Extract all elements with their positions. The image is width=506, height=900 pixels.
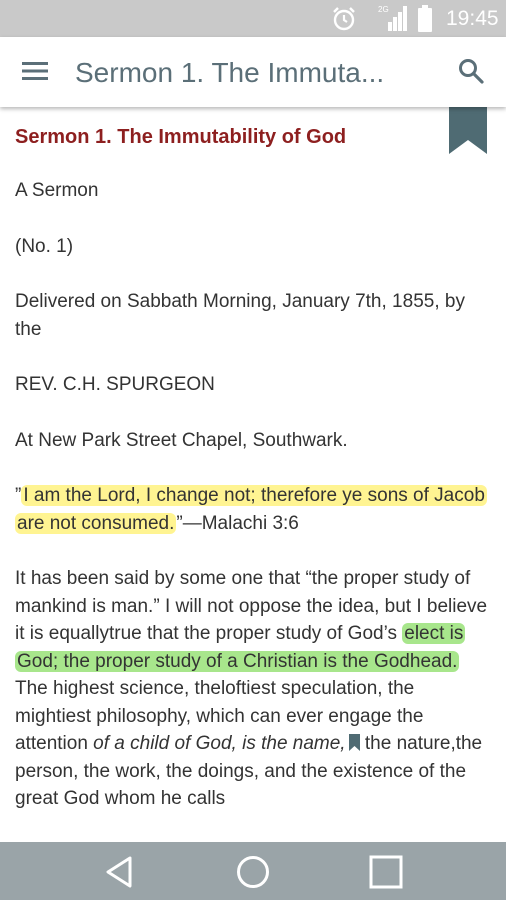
menu-icon[interactable]	[22, 59, 48, 83]
body-text-italic: of a child of God, is the name,	[93, 733, 346, 754]
battery-icon	[418, 5, 432, 32]
body-paragraph: It has been said by some one that “the p…	[15, 565, 490, 813]
sermon-label: A Sermon	[15, 180, 99, 201]
scripture-reference: —Malachi 3:6	[182, 512, 299, 534]
recent-apps-icon[interactable]	[368, 854, 404, 890]
sermon-heading: Sermon 1. The Immutability of God	[15, 126, 347, 148]
home-icon[interactable]	[235, 854, 271, 890]
status-bar: 2G 19:45	[0, 0, 506, 37]
app-bar: Sermon 1. The Immuta...	[0, 37, 506, 107]
inline-bookmark-icon[interactable]	[348, 734, 360, 751]
bookmark-ribbon-icon[interactable]	[449, 107, 487, 154]
network-type-label: 2G	[378, 5, 389, 14]
app-title: Sermon 1. The Immuta...	[75, 57, 385, 88]
signal-icon: 2G	[378, 5, 407, 31]
status-time: 19:45	[446, 7, 499, 30]
reader-content[interactable]: Sermon 1. The Immutability of God A Serm…	[0, 107, 506, 842]
delivery-info: Delivered on Sabbath Morning, January 7t…	[15, 291, 465, 340]
chapel-location: At New Park Street Chapel, Southwark.	[15, 430, 348, 451]
navigation-bar	[0, 842, 506, 900]
search-icon[interactable]	[457, 57, 485, 85]
sermon-number: (No. 1)	[15, 236, 74, 257]
preacher-name: REV. C.H. SPURGEON	[15, 374, 215, 395]
back-icon[interactable]	[102, 854, 138, 890]
scripture-quote: ” I am the Lord, I change not; therefore …	[15, 482, 490, 537]
alarm-icon	[333, 7, 355, 31]
